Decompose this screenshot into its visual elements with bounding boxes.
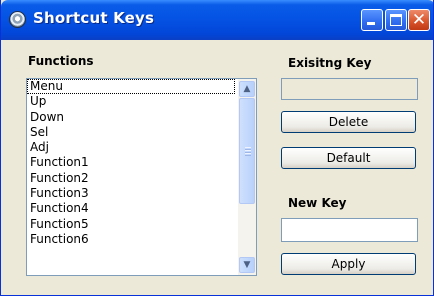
new-key-input[interactable] <box>282 219 417 241</box>
minimize-icon <box>367 22 375 25</box>
list-item[interactable]: Function4 <box>27 201 235 216</box>
delete-button[interactable]: Delete <box>281 111 416 133</box>
minimize-button[interactable] <box>361 9 383 31</box>
scroll-up-button[interactable]: ▲ <box>239 81 255 97</box>
list-item[interactable]: Function2 <box>27 171 235 186</box>
maximize-icon <box>390 14 402 26</box>
functions-listbox[interactable]: Menu Up Down Sel Adj Function1 Function2 Functi… <box>26 78 257 276</box>
close-button[interactable]: ✕ <box>408 9 430 31</box>
title-bar[interactable]: Shortcut Keys ✕ <box>1 0 433 40</box>
scroll-thumb[interactable] <box>239 98 255 204</box>
list-item[interactable]: Function6 <box>27 232 235 247</box>
maximize-button[interactable] <box>385 9 407 31</box>
grip-icon <box>245 147 251 156</box>
list-item[interactable]: Function5 <box>27 217 235 232</box>
list-item[interactable]: Menu <box>27 79 235 95</box>
chevron-down-icon: ▼ <box>243 260 251 270</box>
default-button[interactable]: Default <box>281 147 416 169</box>
list-scrollbar[interactable]: ▲ ▼ <box>238 79 256 275</box>
new-key-label: New Key <box>288 196 347 210</box>
list-item[interactable]: Sel <box>27 125 235 140</box>
close-icon: ✕ <box>411 10 427 30</box>
shortcut-keys-window: Shortcut Keys ✕ Functions Menu Up Down Sel A… <box>0 0 434 296</box>
list-item[interactable]: Function1 <box>27 155 235 170</box>
app-gear-icon[interactable] <box>9 11 26 28</box>
list-item[interactable]: Adj <box>27 140 235 155</box>
list-item[interactable]: Down <box>27 110 235 125</box>
window-title: Shortcut Keys <box>33 9 155 27</box>
existing-key-input[interactable] <box>282 80 417 100</box>
existing-key-label: Exisitng Key <box>288 56 372 70</box>
new-key-field[interactable] <box>281 218 418 242</box>
list-item[interactable]: Function3 <box>27 186 235 201</box>
list-item[interactable]: Up <box>27 94 235 109</box>
existing-key-field[interactable] <box>281 78 418 100</box>
scroll-down-button[interactable]: ▼ <box>239 257 255 273</box>
functions-label: Functions <box>28 54 94 68</box>
functions-list: Menu Up Down Sel Adj Function1 Function2 Functi… <box>27 79 235 247</box>
apply-button[interactable]: Apply <box>281 253 416 275</box>
chevron-up-icon: ▲ <box>243 84 251 94</box>
